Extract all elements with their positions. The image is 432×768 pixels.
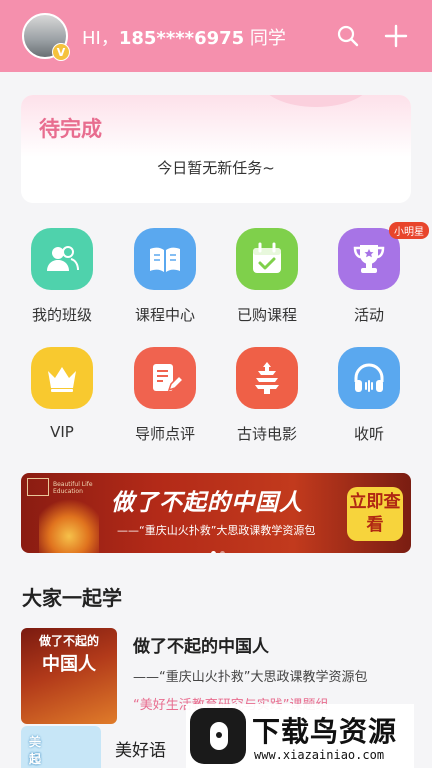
banner-fire-art <box>39 497 99 553</box>
class-icon <box>47 246 79 271</box>
todo-empty-text: 今日暂无新任务~ <box>157 159 275 177</box>
phone-number: 185****6975 <box>118 28 245 49</box>
course-title: 美好语 <box>115 741 166 761</box>
grid-label: 已购课程 <box>236 306 297 324</box>
thumb-line2: 一起学 <box>29 735 42 766</box>
grid-icon-bg <box>31 347 93 409</box>
grid-label: VIP <box>50 423 74 441</box>
watermark-logo-icon <box>190 708 246 764</box>
watermark-name: 下载鸟资源 <box>252 715 398 748</box>
grid-icon-bg <box>134 228 196 290</box>
grid-icon-bg <box>236 228 298 290</box>
trophy-icon <box>353 245 385 273</box>
thumb-line1: 做了不起的 <box>38 634 99 648</box>
edit-note-icon <box>153 364 183 392</box>
banner-subtitle: ——“重庆山火扑救”大思政课教学资源包 <box>117 524 316 537</box>
grid-label: 古诗电影 <box>236 425 297 443</box>
greeting-prefix: HI， <box>82 28 119 49</box>
banner-view-button[interactable]: 立即查看 <box>347 487 403 541</box>
course-title: 做了不起的中国人 <box>133 637 269 657</box>
grid-icon-bg <box>134 347 196 409</box>
grid-icon-bg <box>338 347 400 409</box>
pagoda-icon <box>255 362 279 394</box>
promo-banner[interactable]: Beautiful Life Education 做了不起的中国人 ——“重庆山… <box>21 473 411 553</box>
grid-label: 活动 <box>353 306 384 324</box>
grid-item-course-center[interactable]: 课程中心 <box>115 228 215 328</box>
greeting: HI，185****6975 同学 <box>82 24 286 50</box>
grid-item-vip[interactable]: VIP <box>12 347 112 447</box>
grid-icon-bg <box>338 228 400 290</box>
greeting-suffix: 同学 <box>244 28 286 49</box>
banner-pager <box>211 541 229 553</box>
thumb-line2: 中国人 <box>42 654 96 675</box>
search-icon[interactable] <box>336 24 360 48</box>
top-header: V HI，185****6975 同学 <box>0 0 432 72</box>
course-thumbnail: 做了不起的 中国人 <box>21 628 117 724</box>
pager-dot <box>220 551 225 553</box>
banner-title: 做了不起的中国人 <box>111 490 303 516</box>
course-subtitle: ——“重庆山火扑救”大思政课教学资源包 <box>133 670 368 685</box>
grid-item-purchased-courses[interactable]: 已购课程 <box>217 228 317 328</box>
grid-label: 导师点评 <box>134 425 195 443</box>
grid-label: 课程中心 <box>134 306 195 324</box>
banner-logo <box>27 478 49 496</box>
book-icon <box>150 247 180 272</box>
site-watermark: 下载鸟资源 www.xiazainiao.com <box>186 704 414 768</box>
headphones-icon <box>354 363 384 392</box>
avatar[interactable]: V <box>22 13 70 61</box>
calendar-check-icon <box>253 242 281 273</box>
banner-logo-text: Beautiful Life Education <box>53 481 93 495</box>
grid-icon-bg <box>31 228 93 290</box>
grid-item-listen[interactable]: 收听 <box>319 347 419 447</box>
grid-icon-bg <box>236 347 298 409</box>
grid-label: 我的班级 <box>31 306 92 324</box>
grid-item-my-class[interactable]: 我的班级 <box>12 228 112 328</box>
course-thumbnail: 美好语文一起学 <box>21 726 101 768</box>
add-icon[interactable] <box>384 24 408 48</box>
activity-badge: 小明星 <box>389 222 429 239</box>
grid-item-poem-movie[interactable]: 古诗电影 <box>217 347 317 447</box>
grid-item-tutor-review[interactable]: 导师点评 <box>115 347 215 447</box>
grid-item-activity[interactable]: 小明星 活动 <box>319 222 429 328</box>
crown-icon <box>48 367 76 392</box>
watermark-url: www.xiazainiao.com <box>254 748 385 762</box>
todo-card[interactable]: 待完成 今日暂无新任务~ <box>21 95 411 203</box>
grid-label: 收听 <box>353 425 384 443</box>
todo-title: 待完成 <box>39 117 102 141</box>
section-title: 大家一起学 <box>22 586 122 610</box>
pager-dot <box>211 551 216 553</box>
vip-badge: V <box>52 43 70 61</box>
